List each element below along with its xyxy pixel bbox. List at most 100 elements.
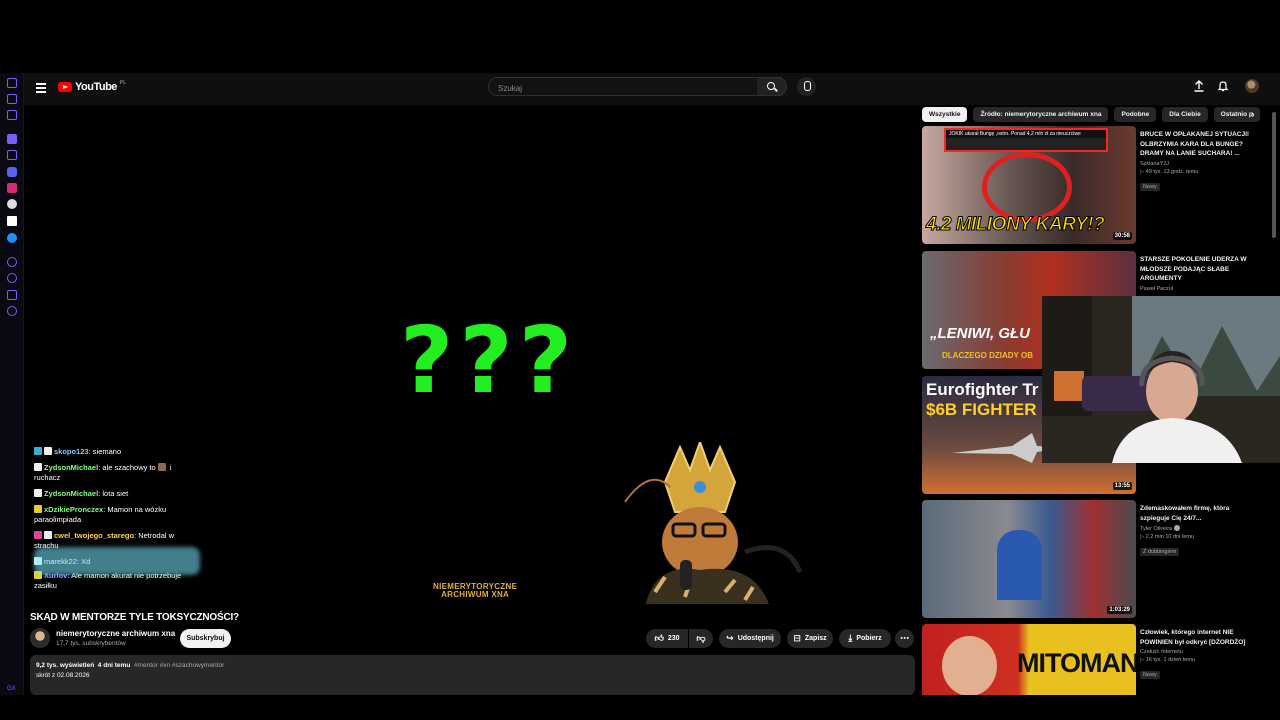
- extension-icon-1[interactable]: [7, 78, 17, 88]
- description-box[interactable]: 9,2 tys. wyświetleń 4 dni temu #mentor #…: [30, 655, 915, 695]
- thumb-face: [942, 636, 997, 695]
- menu-icon[interactable]: [36, 83, 46, 93]
- channel-watermark: NIEMERYTORYCZNE ARCHIWUM XNA: [433, 583, 517, 599]
- thumb-circle: [982, 152, 1072, 222]
- recommendation-item[interactable]: JOKIK ukarał Bungę ,ostro. Ponad 4,2 mln…: [922, 126, 1262, 244]
- more-actions-button[interactable]: ⋯: [895, 629, 914, 648]
- upload-icon[interactable]: [1192, 80, 1206, 94]
- chat-username: ZydsonMichael: [44, 489, 99, 498]
- subscribe-button[interactable]: Subskrybuj: [180, 629, 231, 648]
- browser-extension-sidebar: [0, 73, 24, 695]
- like-button[interactable]: 👍︎ 230: [646, 629, 688, 648]
- tiktok-icon[interactable]: [7, 199, 17, 209]
- recommendation-info: Człowiek, którego internet NIE POWINIEN …: [1140, 628, 1258, 681]
- save-label: Zapisz: [804, 635, 827, 642]
- chat-badge-icon: [34, 463, 42, 471]
- discord-icon[interactable]: [7, 167, 17, 177]
- chip-for-you[interactable]: Dla Ciebie: [1162, 107, 1208, 122]
- thumb-text: „LENIWI, GŁU: [930, 325, 1030, 342]
- browser-label: GX: [7, 686, 16, 692]
- video-thumbnail[interactable]: JOKIK ukarał Bungę ,ostro. Ponad 4,2 mln…: [922, 126, 1136, 244]
- chat-badge-icon: [34, 505, 42, 513]
- more-icon: ⋯: [900, 633, 909, 643]
- recommendation-item[interactable]: 1:03:29 Zdemaskowałem firmę, która szpie…: [922, 500, 1262, 618]
- chat-emote-icon: [157, 463, 166, 471]
- chip-all[interactable]: Wszystkie: [922, 107, 968, 122]
- recommendation-channel[interactable]: Czełuść Internetu: [1140, 649, 1258, 655]
- upload-age: 4 dni temu: [97, 662, 131, 669]
- chip-source[interactable]: Źródło: niemerytoryczne archiwum xna: [973, 107, 1109, 122]
- extension-icon-3[interactable]: [7, 110, 17, 120]
- channel-name[interactable]: niemerytoryczne archiwum xna: [56, 629, 175, 638]
- video-player[interactable]: ??? NIEMERYTORYCZNE ARCHIWUM XNA skopo12…: [30, 107, 917, 604]
- extension-icon-13[interactable]: [7, 290, 17, 300]
- chat-badge-icon: [34, 489, 42, 497]
- instagram-icon[interactable]: [7, 183, 17, 193]
- webcam-overlay: [1042, 296, 1280, 463]
- video-overlay-text: ???: [400, 307, 579, 414]
- video-title: SKĄD W MENTORZE TYLE TOKSYCZNOŚCI?: [30, 612, 239, 623]
- recommendation-title[interactable]: Człowiek, którego internet NIE POWINIEN …: [1140, 628, 1258, 647]
- download-button[interactable]: ⤓ Pobierz: [839, 629, 891, 648]
- chip-similar[interactable]: Podobne: [1114, 107, 1157, 122]
- watermark-line-2: ARCHIWUM XNA: [441, 590, 510, 599]
- chat-text: ale szachowy to: [102, 463, 156, 472]
- video-thumbnail[interactable]: 1:03:29: [922, 500, 1136, 618]
- search-input[interactable]: [489, 80, 729, 97]
- recommendation-channel[interactable]: Tyler Oliveira: [1140, 525, 1258, 532]
- account-avatar[interactable]: [1245, 79, 1259, 93]
- thumb-text: 4.2 MILIONY KARY!?: [925, 214, 1105, 236]
- streamer-avatar-character: [624, 442, 803, 604]
- view-count: 9,2 tys. wyświetleń: [36, 662, 95, 669]
- chat-message: ZydsonMichael: lota siet: [34, 489, 199, 499]
- chat-text: lota siet: [102, 489, 129, 498]
- dislike-button[interactable]: 👎︎: [689, 629, 713, 648]
- description-meta: 9,2 tys. wyświetleń 4 dni temu #mentor #…: [36, 662, 224, 669]
- thumbs-up-icon: 👍︎: [654, 633, 664, 643]
- recommendation-channel[interactable]: SzklanaY2J: [1140, 161, 1258, 167]
- webcam-image: [1042, 296, 1280, 463]
- extension-icon-5[interactable]: [7, 150, 17, 160]
- channel-name-text: Tyler Oliveira: [1140, 526, 1173, 532]
- download-label: Pobierz: [856, 635, 882, 642]
- chat-username: cwel_twojego_starego: [54, 531, 135, 540]
- chat-username: skopo123: [54, 447, 89, 456]
- youtube-logo[interactable]: YouTube PL: [58, 80, 126, 93]
- telegram-icon[interactable]: [7, 233, 17, 243]
- chevron-right-icon[interactable]: ›: [1246, 108, 1260, 122]
- chat-overlay: skopo123: siemano ZydsonMichael: ale sza…: [34, 447, 200, 597]
- description-text: skrót z 02.08.2026: [36, 672, 90, 679]
- search-button[interactable]: [757, 77, 787, 96]
- channel-avatar[interactable]: [30, 628, 50, 648]
- notifications-bell-icon[interactable]: [1216, 80, 1230, 94]
- dubbing-badge: Z dubbingiem: [1140, 548, 1180, 556]
- extension-icon-2[interactable]: [7, 94, 17, 104]
- search-box: [488, 77, 782, 97]
- voice-search-button[interactable]: [797, 77, 816, 96]
- x-twitter-icon[interactable]: [7, 216, 17, 226]
- twitch-icon[interactable]: [7, 134, 17, 144]
- chat-badge-icon: [34, 447, 42, 455]
- sidebar-scrollbar[interactable]: [1272, 112, 1276, 238]
- recommendation-item[interactable]: MITOMAN Człowiek, którego internet NIE P…: [922, 624, 1262, 695]
- video-thumbnail[interactable]: MITOMAN: [922, 624, 1136, 695]
- verified-icon: [1173, 525, 1180, 531]
- thumb-text: MITOMAN: [1017, 648, 1136, 678]
- share-button[interactable]: ↪ Udostępnij: [719, 629, 781, 648]
- recommendation-channel[interactable]: Paweł Paczul: [1140, 286, 1258, 292]
- settings-icon[interactable]: [7, 306, 17, 316]
- recommendation-info: BRUCE W OPŁAKANEJ SYTUACJI! OLBRZYMIA KA…: [1140, 130, 1258, 193]
- hashtags[interactable]: #mentor #xn #szachowymentor: [134, 662, 224, 669]
- thumb-subtext: $6B FIGHTER U: [926, 400, 1054, 419]
- recommendation-stats: ▷ 49 tys. 13 godz. temu: [1140, 168, 1199, 175]
- recommendation-title[interactable]: BRUCE W OPŁAKANEJ SYTUACJI! OLBRZYMIA KA…: [1140, 130, 1258, 159]
- extension-icon-11[interactable]: [7, 257, 17, 267]
- history-icon[interactable]: [7, 273, 17, 283]
- recommendation-title[interactable]: STARSZE POKOLENIE UDERZA W MŁODSZE PODAJ…: [1140, 255, 1258, 284]
- youtube-play-icon: [58, 82, 72, 92]
- chat-badge-icon: [44, 447, 52, 455]
- thumb-subtext: DLACZEGO DZIADY OB: [942, 351, 1033, 360]
- recommendation-title[interactable]: Zdemaskowałem firmę, która szpieguje Cię…: [1140, 504, 1258, 523]
- chat-highlight-blur: [34, 547, 200, 575]
- save-button[interactable]: ⊟ Zapisz: [787, 629, 833, 648]
